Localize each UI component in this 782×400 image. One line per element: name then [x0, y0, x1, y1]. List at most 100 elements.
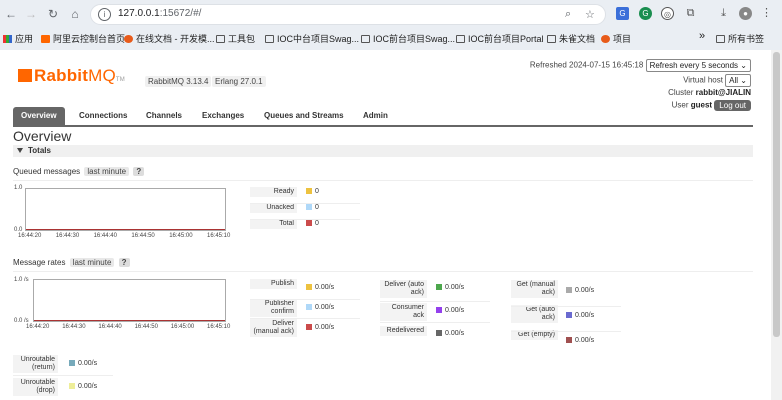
translate-extension-icon[interactable]: G — [616, 7, 629, 20]
browser-menu-icon[interactable]: ⋮ — [760, 7, 773, 20]
bookmark-projects[interactable]: 项目 — [601, 32, 631, 45]
x-tick-label: 16:45:00 — [169, 233, 193, 239]
logout-button[interactable]: Log out — [714, 100, 751, 111]
logo-rabbit: Rabbit — [34, 66, 89, 85]
legend-label: Deliver (auto ack) — [380, 280, 427, 298]
bookmark-zhuque-docs[interactable]: 朱雀文档 — [547, 32, 595, 45]
divider — [250, 219, 360, 220]
bookmark-online-docs[interactable]: 在线文档 - 开发模... — [124, 32, 215, 45]
scrollbar-thumb[interactable] — [773, 52, 780, 337]
refresh-interval-select[interactable]: Refresh every 5 seconds ⌄ — [645, 59, 751, 72]
page-scrollbar[interactable] — [771, 50, 782, 400]
refreshed-time: Refreshed 2024-07-15 16:45:18 — [529, 60, 644, 70]
queued-messages-label: Queued messages — [13, 167, 81, 176]
bookmark-ioc-mid-swagger[interactable]: IOC中台项目Swag... — [265, 32, 359, 45]
legend-label: Publisher confirm — [250, 299, 297, 317]
x-tick-label: 16:45:10 — [207, 233, 231, 239]
legend-value: 0 — [306, 220, 319, 227]
tab-exchanges[interactable]: Exchanges — [202, 107, 244, 125]
rates-zero-line — [34, 320, 225, 321]
queued-messages-header: Queued messages last minute ? — [13, 167, 145, 176]
legend-value-text: 0 — [315, 188, 319, 195]
download-icon[interactable]: ⤓ — [717, 7, 730, 20]
bookmarks-bar: 应用 阿里云控制台首页 在线文档 - 开发模... 工具包 IOC中台项目Swa… — [0, 30, 782, 48]
bookmark-label: IOC中台项目Swag... — [277, 34, 360, 44]
legend-swatch — [566, 337, 572, 343]
legend-value-text: 0.00/s — [445, 284, 465, 291]
message-rates-header: Message rates last minute ? — [13, 258, 130, 267]
x-tick-label: 16:45:00 — [170, 324, 195, 330]
chatgpt-extension-icon[interactable]: ◎ — [661, 7, 674, 20]
back-icon[interactable]: ← — [2, 5, 20, 23]
legend-value-text: 0 — [315, 204, 319, 211]
site-info-icon[interactable]: i — [98, 8, 111, 21]
extensions-puzzle-icon[interactable]: ⧉ — [684, 7, 697, 20]
tab-overview[interactable]: Overview — [13, 107, 65, 125]
x-tick-label: 16:44:30 — [55, 233, 80, 239]
legend-swatch — [69, 360, 75, 366]
legend-swatch — [436, 284, 442, 290]
legend-label: Consumer ack — [380, 303, 427, 321]
legend-value: 0.00/s — [306, 304, 334, 311]
queued-help-button[interactable]: ? — [133, 167, 145, 176]
address-bar[interactable]: i 127.0.0.1:15672/#/ ⌕ ☆ — [90, 4, 606, 25]
tab-queues-and-streams[interactable]: Queues and Streams — [264, 107, 344, 125]
reload-icon[interactable]: ↻ — [44, 5, 62, 23]
folder-icon — [547, 35, 556, 43]
vhost-select[interactable]: All ⌄ — [725, 74, 751, 87]
divider — [13, 271, 753, 272]
bookmark-toolkit[interactable]: 工具包 — [216, 32, 255, 45]
tab-connections[interactable]: Connections — [79, 107, 127, 125]
x-tick-label: 16:44:20 — [26, 324, 50, 330]
zoom-icon[interactable]: ⌕ — [565, 8, 571, 21]
queued-messages-chart — [25, 188, 226, 231]
legend-value: 0.00/s — [566, 287, 594, 294]
rabbitmq-logo-icon — [18, 69, 32, 82]
profile-avatar-icon[interactable]: ● — [739, 7, 752, 20]
vhost-label: Virtual host — [683, 75, 723, 85]
bookmark-label: 在线文档 - 开发模... — [136, 34, 215, 44]
bookmark-ioc-front-swagger[interactable]: IOC前台项目Swag... — [361, 32, 455, 45]
home-icon[interactable]: ⌂ — [66, 5, 84, 23]
bookmark-label: IOC前台项目Portal — [468, 34, 544, 44]
tab-channels[interactable]: Channels — [146, 107, 182, 125]
x-tick-label: 16:44:40 — [98, 324, 122, 330]
legend-swatch — [306, 324, 312, 330]
bookmark-label: 朱雀文档 — [559, 34, 596, 44]
bookmark-aliyun[interactable]: 阿里云控制台首页 — [41, 32, 125, 45]
cluster-label: Cluster — [668, 88, 694, 97]
forward-icon[interactable]: → — [22, 5, 40, 23]
rabbitmq-logo[interactable]: RabbitMQTM — [18, 66, 125, 86]
vhost-status: Virtual host All ⌄ — [683, 74, 751, 87]
refresh-status: Refreshed 2024-07-15 16:45:18 Refresh ev… — [530, 59, 751, 72]
url-text[interactable]: 127.0.0.1:15672/#/ — [118, 8, 201, 19]
cluster-name: rabbit@JIALIN — [695, 88, 751, 97]
queued-range-chip[interactable]: last minute — [84, 167, 130, 176]
rates-range-chip[interactable]: last minute — [69, 258, 115, 267]
chevron-down-icon: ⌄ — [740, 76, 747, 85]
bookmarks-more-button[interactable]: » — [699, 30, 705, 42]
bookmark-label: 项目 — [613, 34, 632, 44]
totals-section-header[interactable]: Totals — [13, 145, 753, 157]
bookmark-apps[interactable]: 应用 — [3, 32, 33, 45]
legend-swatch — [306, 188, 312, 194]
page-title: Overview — [13, 128, 72, 144]
tab-admin[interactable]: Admin — [363, 107, 388, 125]
collapse-triangle-icon — [17, 148, 23, 153]
folder-icon — [456, 35, 465, 43]
chevron-down-icon: ⌄ — [740, 61, 747, 70]
erlang-version: Erlang 27.0.1 — [212, 76, 266, 87]
legend-value: 0 — [306, 188, 319, 195]
bookmark-label: 所有书签 — [728, 34, 765, 44]
totals-label: Totals — [28, 146, 51, 155]
legend-value: 0.00/s — [566, 337, 594, 344]
grammar-extension-icon[interactable]: G — [639, 7, 652, 20]
bookmark-all[interactable]: 所有书签 — [716, 32, 764, 45]
bookmark-star-icon[interactable]: ☆ — [585, 8, 595, 21]
bookmark-ioc-portal[interactable]: IOC前台项目Portal — [456, 32, 544, 45]
refresh-select-value: Refresh every 5 seconds — [649, 61, 739, 70]
divider — [250, 299, 360, 300]
legend-value-text: 0.00/s — [575, 337, 595, 344]
bookmark-label: 应用 — [15, 34, 34, 44]
rates-help-button[interactable]: ? — [118, 258, 130, 267]
